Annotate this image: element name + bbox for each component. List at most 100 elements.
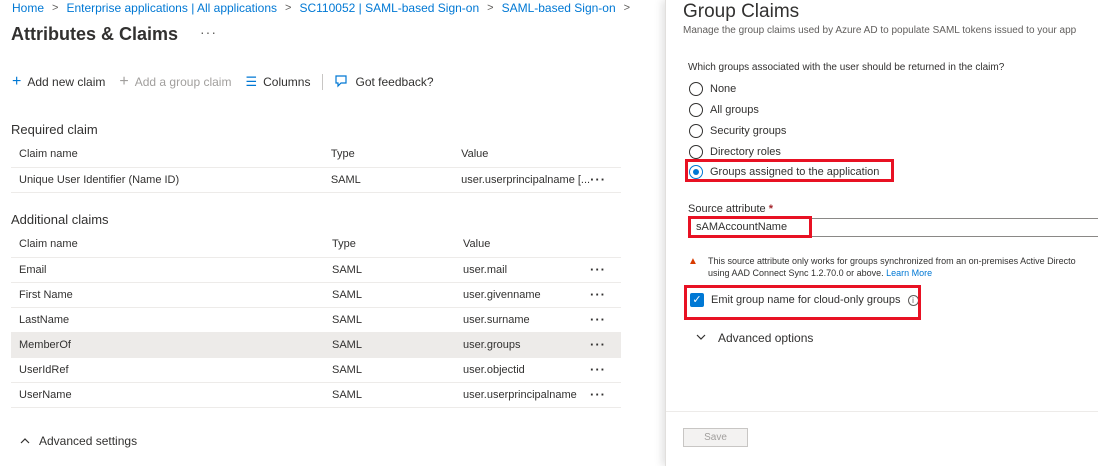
- chevron-right-icon: >: [285, 2, 292, 14]
- radio-label: Groups assigned to the application: [710, 166, 880, 178]
- claim-type: SAML: [332, 357, 463, 383]
- learn-more-link[interactable]: Learn More: [886, 268, 932, 278]
- required-claim-heading: Required claim: [11, 122, 98, 137]
- radio-label: None: [710, 83, 737, 95]
- claim-name: LastName: [11, 307, 332, 333]
- emit-group-name-label: Emit group name for cloud-only groups: [711, 294, 901, 306]
- add-group-claim-button[interactable]: + Add a group claim: [119, 74, 231, 90]
- required-asterisk: *: [768, 203, 773, 215]
- table-row[interactable]: MemberOf SAML user.groups ···: [11, 332, 621, 358]
- checkmark-icon[interactable]: ✓: [690, 293, 704, 307]
- claim-name: Email: [11, 257, 332, 283]
- columns-button[interactable]: ☰ Columns: [245, 74, 310, 90]
- chevron-right-icon: >: [623, 2, 631, 14]
- claim-type: SAML: [332, 332, 463, 358]
- claim-name: Unique User Identifier (Name ID): [11, 167, 331, 193]
- page-title: Attributes & Claims: [11, 24, 179, 44]
- advanced-settings-toggle[interactable]: Advanced settings: [20, 434, 137, 448]
- claim-name: First Name: [11, 282, 332, 308]
- table-row[interactable]: Email SAML user.mail ···: [11, 257, 621, 283]
- table-header-row: Claim name Type Value: [11, 142, 621, 168]
- radio-button[interactable]: [689, 103, 703, 117]
- emit-group-name-checkbox-row[interactable]: ✓ Emit group name for cloud-only groups …: [690, 293, 919, 307]
- chevron-down-icon: [696, 333, 706, 344]
- advanced-options-toggle[interactable]: Advanced options: [696, 331, 813, 345]
- column-header-value: Value: [461, 142, 591, 168]
- claim-value: user.userprincipalname [...: [461, 167, 591, 193]
- breadcrumb-saml[interactable]: SAML-based Sign-on: [502, 1, 616, 15]
- column-header-type: Type: [330, 142, 462, 168]
- save-button[interactable]: Save: [683, 428, 748, 447]
- warning-line-2: using AAD Connect Sync 1.2.70.0 or above…: [708, 267, 1098, 279]
- radio-label: Directory roles: [710, 146, 781, 158]
- claim-name: UserName: [11, 382, 332, 408]
- claim-value: user.givenname: [463, 282, 590, 308]
- claim-name: UserIdRef: [11, 357, 332, 383]
- additional-claims-table: Claim name Type Value Email SAML user.ma…: [11, 232, 621, 408]
- chevron-right-icon: >: [52, 2, 59, 14]
- source-attribute-input[interactable]: sAMAccountName: [688, 218, 1098, 237]
- more-actions-button[interactable]: ···: [200, 24, 217, 40]
- table-row[interactable]: Unique User Identifier (Name ID) SAML us…: [11, 167, 621, 193]
- required-claims-table: Claim name Type Value Unique User Identi…: [11, 142, 621, 193]
- columns-label: Columns: [263, 75, 311, 89]
- add-group-claim-label: Add a group claim: [134, 75, 232, 89]
- radio-button[interactable]: [689, 145, 703, 159]
- table-row[interactable]: LastName SAML user.surname ···: [11, 307, 621, 333]
- radio-none[interactable]: None: [689, 81, 736, 97]
- additional-claims-heading: Additional claims: [11, 212, 109, 227]
- column-header-claim-name: Claim name: [11, 142, 331, 168]
- row-more-button[interactable]: ···: [590, 172, 606, 187]
- claim-type: SAML: [332, 257, 463, 283]
- row-more-button[interactable]: ···: [590, 387, 606, 402]
- row-more-button[interactable]: ···: [590, 362, 606, 377]
- claim-type: SAML: [332, 307, 463, 333]
- panel-subtitle: Manage the group claims used by Azure AD…: [683, 25, 1077, 36]
- radio-security-groups[interactable]: Security groups: [689, 123, 786, 139]
- row-more-button[interactable]: ···: [590, 262, 606, 277]
- warning-line-1: This source attribute only works for gro…: [708, 256, 1076, 266]
- chevron-up-icon: [20, 436, 30, 447]
- column-header-value: Value: [463, 232, 590, 258]
- radio-all-groups[interactable]: All groups: [689, 102, 759, 118]
- columns-icon: ☰: [245, 74, 258, 89]
- warning-icon: ▲: [688, 256, 698, 267]
- breadcrumb-home[interactable]: Home: [12, 1, 44, 15]
- info-icon[interactable]: i: [907, 294, 919, 306]
- feedback-label: Got feedback?: [355, 75, 434, 89]
- row-more-button[interactable]: ···: [590, 337, 606, 352]
- radio-label: Security groups: [710, 125, 787, 137]
- breadcrumb-app[interactable]: SC110052 | SAML-based Sign-on: [299, 1, 479, 15]
- claim-value: user.mail: [463, 257, 590, 283]
- breadcrumb: Home > Enterprise applications | All app…: [12, 1, 638, 15]
- command-bar: + Add new claim + Add a group claim ☰ Co…: [12, 73, 434, 91]
- table-row[interactable]: UserIdRef SAML user.objectid ···: [11, 357, 621, 383]
- radio-button-selected[interactable]: [689, 165, 703, 179]
- chevron-right-icon: >: [487, 2, 494, 14]
- claim-name: MemberOf: [11, 332, 332, 358]
- radio-directory-roles[interactable]: Directory roles: [689, 144, 781, 160]
- radio-button[interactable]: [689, 124, 703, 138]
- groups-question: Which groups associated with the user sh…: [688, 62, 1005, 73]
- table-row[interactable]: First Name SAML user.givenname ···: [11, 282, 621, 308]
- feedback-icon: [334, 73, 349, 92]
- radio-label: All groups: [710, 104, 759, 116]
- row-more-button[interactable]: ···: [590, 287, 606, 302]
- source-attribute-text: Source attribute: [688, 203, 766, 215]
- add-new-claim-button[interactable]: + Add new claim: [12, 74, 105, 90]
- breadcrumb-enterprise-apps[interactable]: Enterprise applications | All applicatio…: [66, 1, 277, 15]
- radio-button[interactable]: [689, 82, 703, 96]
- table-row[interactable]: UserName SAML user.userprincipalname ···: [11, 382, 621, 408]
- feedback-button[interactable]: Got feedback?: [334, 73, 434, 92]
- plus-icon: +: [12, 73, 22, 90]
- plus-icon: +: [119, 73, 129, 90]
- radio-groups-assigned[interactable]: Groups assigned to the application: [689, 164, 879, 180]
- row-more-button[interactable]: ···: [590, 312, 606, 327]
- claim-type: SAML: [332, 282, 463, 308]
- source-attribute-label: Source attribute *: [688, 203, 773, 215]
- claim-type: SAML: [330, 167, 462, 193]
- toolbar-divider: [322, 74, 324, 90]
- panel-footer-divider: [666, 411, 1098, 412]
- advanced-options-label: Advanced options: [718, 331, 814, 345]
- column-header-claim-name: Claim name: [11, 232, 332, 258]
